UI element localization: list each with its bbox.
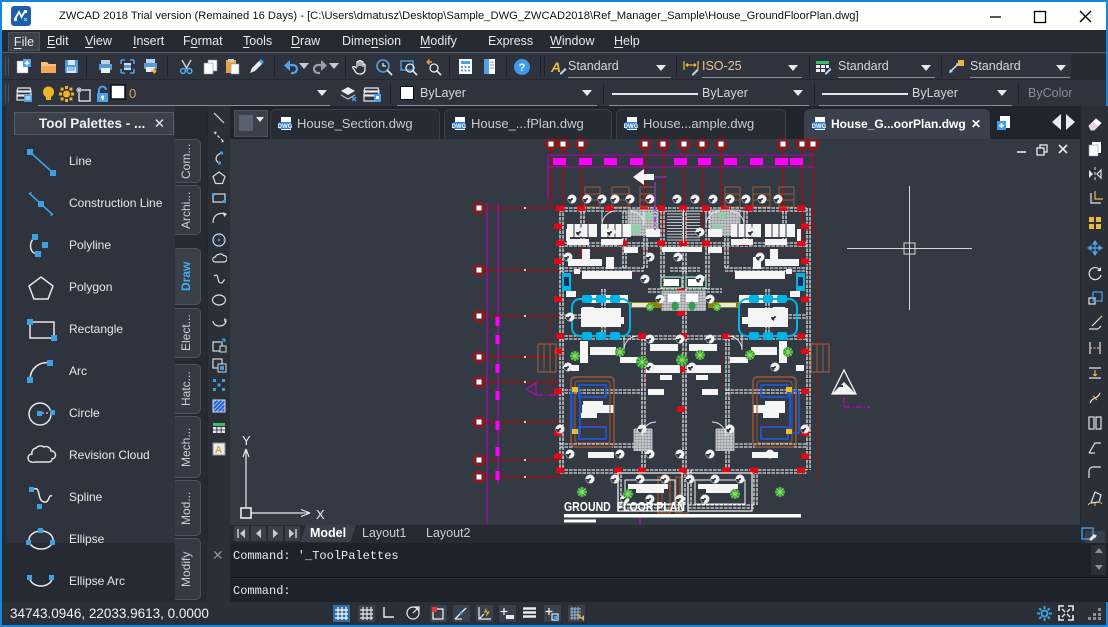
svg-text:GROUND FLOOR PLAN: GROUND FLOOR PLAN	[564, 500, 685, 514]
svg-text:X: X	[316, 507, 325, 522]
svg-text:DWG: DWG	[452, 124, 467, 130]
svg-text:DWG: DWG	[278, 124, 293, 130]
svg-text:A: A	[215, 445, 222, 456]
svg-text:A: A	[550, 59, 561, 75]
svg-text:DWG: DWG	[624, 124, 639, 130]
svg-text:DWG: DWG	[812, 124, 827, 130]
svg-text:Y: Y	[242, 433, 251, 448]
svg-text:?: ?	[519, 62, 526, 74]
